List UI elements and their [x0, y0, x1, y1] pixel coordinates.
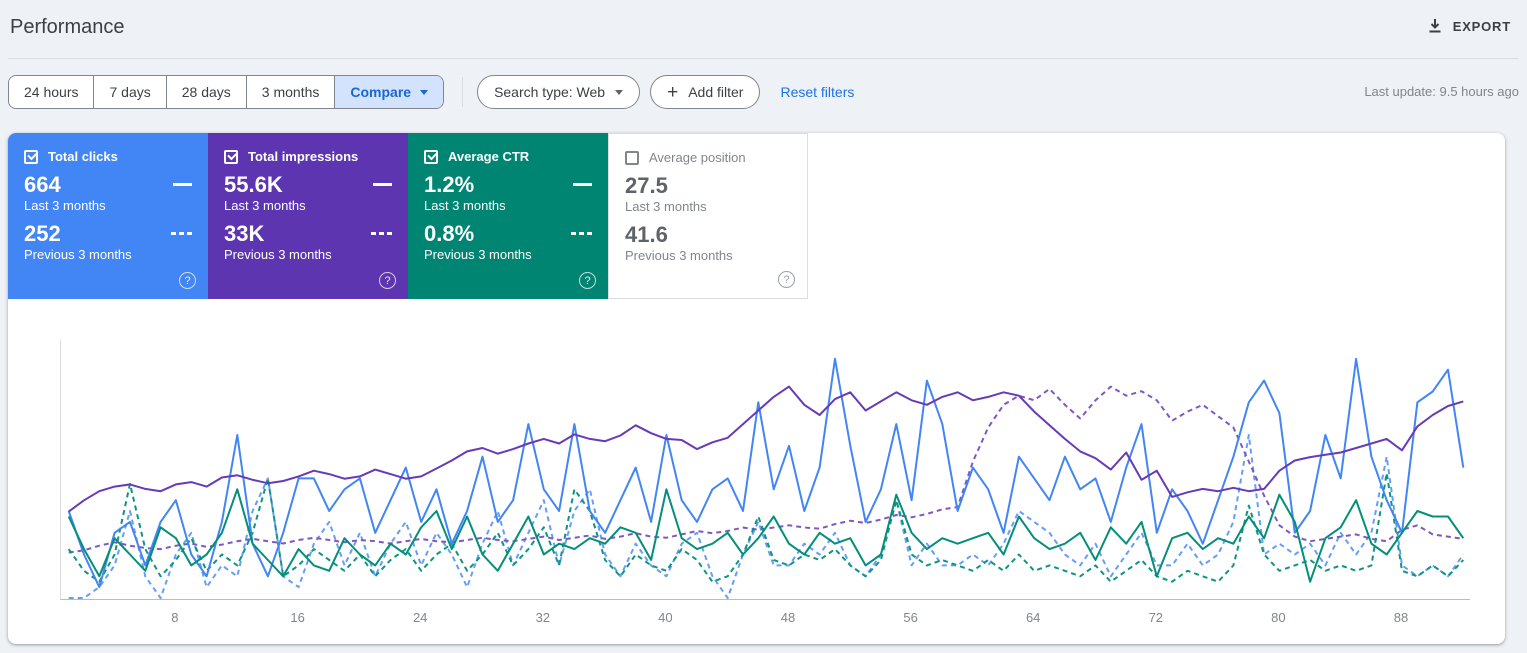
x-tick-label: 32 [535, 610, 551, 625]
dashed-line-legend-icon [171, 232, 192, 236]
current-value: 664 [24, 172, 61, 197]
x-tick-label: 48 [780, 610, 796, 625]
page-title: Performance [10, 16, 125, 38]
total-impressions-card[interactable]: Total impressions 55.6K Last 3 months 33… [208, 133, 408, 299]
x-tick-label: 72 [1148, 610, 1164, 625]
last-update-text: Last update: 9.5 hours ago [1364, 84, 1519, 99]
x-tick-label: 16 [290, 610, 305, 625]
x-tick-label: 24 [412, 610, 428, 625]
export-label: EXPORT [1452, 18, 1511, 34]
export-button[interactable]: EXPORT [1427, 18, 1511, 34]
previous-period: Previous 3 months [24, 247, 132, 263]
series-total-clicks-last-3-months [67, 357, 1465, 589]
card-label: Average position [649, 150, 746, 165]
current-value: 1.2% [424, 172, 475, 197]
chevron-down-icon [615, 89, 624, 95]
performance-panel: Total clicks 664 Last 3 months 252 Previ… [8, 133, 1505, 644]
filter-divider [462, 77, 464, 107]
chevron-down-icon [420, 89, 429, 95]
average-ctr-checkbox[interactable] [424, 149, 438, 164]
download-icon [1427, 18, 1443, 34]
dashed-line-legend-icon [571, 232, 592, 236]
range-3-months-button[interactable]: 3 months [245, 76, 335, 108]
previous-value: 0.8% [424, 221, 475, 247]
add-filter-label: Add filter [688, 84, 744, 100]
search-type-label: Search type: Web [494, 84, 606, 100]
current-value: 27.5 [625, 173, 668, 198]
x-tick-label: 64 [1025, 610, 1041, 625]
dashed-line-legend-icon [371, 232, 392, 236]
help-icon[interactable]: ? [379, 272, 396, 289]
x-tick-label: 80 [1271, 610, 1286, 625]
previous-period: Previous 3 months [224, 247, 332, 263]
x-tick-label: 56 [903, 610, 918, 625]
solid-line-legend-icon [173, 183, 192, 186]
total-clicks-checkbox[interactable] [24, 149, 38, 164]
card-label: Total impressions [248, 149, 359, 164]
current-period: Last 3 months [424, 198, 506, 214]
plus-icon: + [667, 81, 679, 103]
previous-value: 33K [224, 221, 265, 247]
x-axis-labels: 8 16 24 32 40 48 56 64 72 80 88 [60, 610, 1470, 630]
current-period: Last 3 months [24, 198, 106, 214]
average-position-card[interactable]: Average position 27.5 Last 3 months 41.6… [608, 133, 808, 299]
help-icon[interactable]: ? [179, 272, 196, 289]
x-tick-label: 40 [658, 610, 673, 625]
average-ctr-card[interactable]: Average CTR 1.2% Last 3 months 0.8% Prev… [408, 133, 608, 299]
date-range-group: 24 hours 7 days 28 days 3 months Compare [8, 75, 445, 109]
series-total-clicks-previous-3-months [68, 434, 1465, 599]
current-period: Last 3 months [224, 198, 306, 214]
card-label: Total clicks [48, 149, 118, 164]
average-position-checkbox[interactable] [625, 150, 639, 165]
current-period: Last 3 months [625, 199, 707, 215]
metric-cards: Total clicks 664 Last 3 months 252 Previ… [8, 133, 808, 299]
range-7-days-button[interactable]: 7 days [93, 76, 166, 108]
solid-line-legend-icon [573, 183, 592, 186]
total-impressions-checkbox[interactable] [224, 149, 238, 164]
compare-dropdown-button[interactable]: Compare [334, 76, 444, 108]
card-label: Average CTR [448, 149, 530, 164]
total-clicks-card[interactable]: Total clicks 664 Last 3 months 252 Previ… [8, 133, 208, 299]
add-filter-button[interactable]: + Add filter [650, 75, 761, 109]
previous-value: 252 [24, 221, 61, 247]
current-value: 55.6K [224, 172, 283, 197]
previous-period: Previous 3 months [625, 248, 733, 264]
help-icon[interactable]: ? [778, 271, 795, 288]
previous-period: Previous 3 months [424, 247, 532, 263]
filter-bar: 24 hours 7 days 28 days 3 months Compare… [8, 75, 854, 109]
help-icon[interactable]: ? [579, 272, 596, 289]
search-type-dropdown[interactable]: Search type: Web [477, 75, 641, 109]
header-divider [8, 58, 1519, 59]
x-tick-label: 8 [171, 610, 179, 625]
compare-label: Compare [350, 84, 412, 100]
chart-canvas [67, 357, 1465, 599]
range-24-hours-button[interactable]: 24 hours [9, 76, 94, 108]
performance-line-chart[interactable] [60, 340, 1470, 600]
solid-line-legend-icon [373, 183, 392, 186]
x-tick-label: 88 [1393, 610, 1409, 625]
previous-value: 41.6 [625, 222, 668, 248]
range-28-days-button[interactable]: 28 days [165, 76, 246, 108]
reset-filters-link[interactable]: Reset filters [780, 84, 854, 100]
